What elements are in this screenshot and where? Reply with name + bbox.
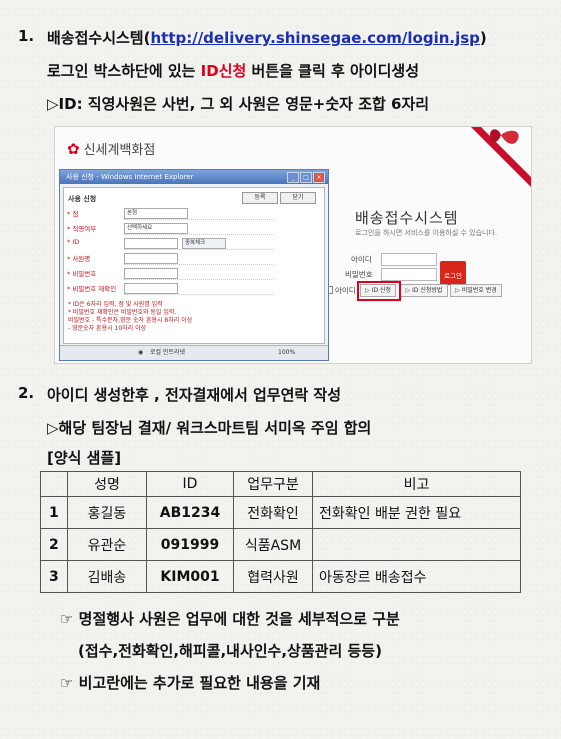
- row-no: 1: [40, 496, 68, 529]
- row-task: 전화확인: [233, 496, 313, 529]
- row-note: 전화확인 배분 권한 필요: [312, 496, 521, 529]
- field-label-direct: * 직영여부: [67, 225, 97, 233]
- table-row: 3 김배송 KIM001 협력사원 아동장르 배송접수: [40, 560, 521, 593]
- header-note: 비고: [312, 471, 521, 497]
- id-method-button[interactable]: ▷ ID 신청방법: [400, 284, 448, 297]
- signup-name-input[interactable]: [124, 253, 178, 264]
- row-id: AB1234: [146, 496, 234, 529]
- row-note: [312, 528, 521, 561]
- signup-popup-window: 사용 신청 - Windows Internet Explorer _ □ × 사용…: [59, 169, 329, 361]
- note-remarks: ☞ 비고란에는 추가로 필요한 내용을 기재: [60, 674, 321, 692]
- table-row: 1 홍길동 AB1234 전화확인 전화확인 배분 권한 필요: [40, 496, 521, 529]
- gift-ribbon-icon: [471, 127, 531, 187]
- note-line: - 영문숫자 혼용시 10자리 이상: [68, 325, 147, 332]
- note-holiday-staff: ☞ 명절행사 사원은 업무에 대한 것을 세부적으로 구분: [60, 610, 400, 628]
- logo-text: 신세계백화점: [83, 143, 156, 158]
- instruction-suffix: 버튼을 클릭 후 아이디생성: [246, 62, 420, 80]
- section1-title-prefix: 배송접수시스템(: [47, 29, 151, 47]
- login-screenshot: ✿ 신세계백화점 배송접수시스템 로그인을 하시면 서비스를 이용하실 수 있습니…: [54, 126, 532, 364]
- signup-password-input[interactable]: [124, 268, 178, 279]
- field-direct: 선택하세요: [124, 222, 274, 235]
- flower-logo-icon: ✿: [67, 140, 80, 158]
- register-button[interactable]: 등록: [242, 192, 278, 204]
- remember-label: 아이디: [335, 286, 356, 295]
- login-button[interactable]: 로그인: [440, 261, 466, 285]
- note-line: 비밀번호 - 특수문자,영문 숫자 혼용시 8자리 이상: [68, 317, 193, 324]
- system-subtitle: 로그인을 하시면 서비스를 이용하실 수 있습니다.: [355, 229, 498, 237]
- section1-title: 배송접수시스템(http://delivery.shinsegae.com/lo…: [47, 27, 487, 48]
- table-header-row: 성명 ID 업무구분 비고: [40, 471, 521, 497]
- header-no: [40, 471, 68, 497]
- sample-form-label: [양식 샘플]: [47, 449, 122, 467]
- field-id: 중복체크: [124, 237, 274, 250]
- row-task: 협력사원: [233, 560, 313, 593]
- signup-id-input[interactable]: [124, 238, 178, 249]
- shinsegae-logo: ✿ 신세계백화점: [67, 139, 155, 158]
- sample-form-table: 성명 ID 업무구분 비고 1 홍길동 AB1234 전화확인 전화확인 배분 …: [40, 471, 521, 593]
- instruction-prefix: 로그인 박스하단에 있는: [47, 62, 201, 80]
- signup-password-confirm-input[interactable]: [124, 283, 178, 294]
- direct-select[interactable]: 선택하세요: [124, 223, 188, 234]
- field-name: [124, 252, 274, 265]
- window-controls: _ □ ×: [286, 172, 325, 183]
- field-password: [124, 267, 274, 280]
- branch-select[interactable]: 본점: [124, 208, 188, 219]
- note-line: * 비밀번호 재확인은 비밀번호와 동일 입력.: [68, 309, 177, 316]
- header-name: 성명: [67, 471, 147, 497]
- section1-number: 1.: [18, 27, 35, 45]
- pw-label: 비밀번호: [345, 270, 373, 279]
- id-label: 아이디: [351, 255, 372, 264]
- system-title: 배송접수시스템: [355, 209, 459, 227]
- header-id: ID: [146, 471, 234, 497]
- approval-instruction: ▷해당 팀장님 결재/ 워크스마트팀 서미옥 주임 합의: [47, 419, 372, 437]
- row-id: 091999: [146, 528, 234, 561]
- pw-input[interactable]: [381, 268, 437, 281]
- id-request-highlight: ID신청: [200, 62, 247, 80]
- pw-change-button[interactable]: ▷ 비밀번호 변경: [450, 284, 502, 297]
- field-label-branch: * 점: [67, 210, 79, 218]
- close-button[interactable]: 닫기: [280, 192, 316, 204]
- minimize-icon[interactable]: _: [287, 172, 299, 183]
- field-label-password: * 비밀번호: [67, 270, 97, 278]
- section2-title: 아이디 생성한후 , 전자결재에서 업무연락 작성: [47, 386, 342, 404]
- signup-form: 사용 신청 등록 닫기 * 점 본점 * 직영여부 선택하세요 * ID 중복체…: [63, 187, 325, 344]
- field-branch: 본점: [124, 207, 274, 220]
- section1-instruction: 로그인 박스하단에 있는 ID신청 버튼을 클릭 후 아이디생성: [47, 60, 419, 81]
- row-id: KIM001: [146, 560, 234, 593]
- popup-statusbar: ◉ 로컬 인트라넷 100%: [60, 345, 328, 360]
- header-task: 업무구분: [233, 471, 313, 497]
- zone-label: 로컬 인트라넷: [150, 349, 186, 356]
- close-icon[interactable]: ×: [313, 172, 325, 183]
- globe-icon: ◉: [138, 349, 144, 356]
- maximize-icon[interactable]: □: [300, 172, 312, 183]
- row-name: 김배송: [67, 560, 147, 593]
- note-line: * ID은 6자리 입력, 점 및 사원명 입력: [68, 301, 163, 308]
- delivery-system-link[interactable]: http://delivery.shinsegae.com/login.jsp: [150, 29, 479, 47]
- field-label-name: * 사원명: [67, 255, 91, 263]
- id-rule-text: ▷ID: 직영사원은 사번, 그 외 사원은 영문+숫자 조합 6자리: [47, 95, 430, 113]
- note-holiday-detail: (접수,전화확인,해피콜,내사인수,상품관리 등등): [78, 642, 382, 660]
- zoom-level[interactable]: 100%: [278, 346, 295, 360]
- row-name: 홍길동: [67, 496, 147, 529]
- section2-number: 2.: [18, 384, 35, 402]
- dup-check-button[interactable]: 중복체크: [182, 238, 226, 249]
- row-no: 3: [40, 560, 68, 593]
- row-name: 유관순: [67, 528, 147, 561]
- id-input[interactable]: [381, 253, 437, 266]
- row-note: 아동장르 배송접수: [312, 560, 521, 593]
- row-task: 식품ASM: [233, 528, 313, 561]
- table-row: 2 유관순 091999 식품ASM: [40, 528, 521, 561]
- section1-title-suffix: ): [479, 29, 487, 47]
- row-no: 2: [40, 528, 68, 561]
- field-label-password-confirm: * 비밀번호 재확인: [67, 285, 117, 293]
- id-request-highlight-box: [357, 281, 401, 301]
- field-label-id: * ID: [67, 238, 80, 246]
- field-password-confirm: [124, 282, 274, 295]
- form-title: 사용 신청: [68, 195, 97, 203]
- signup-notes: * ID은 6자리 입력, 점 및 사원명 입력 * 비밀번호 재확인은 비밀번…: [68, 301, 192, 333]
